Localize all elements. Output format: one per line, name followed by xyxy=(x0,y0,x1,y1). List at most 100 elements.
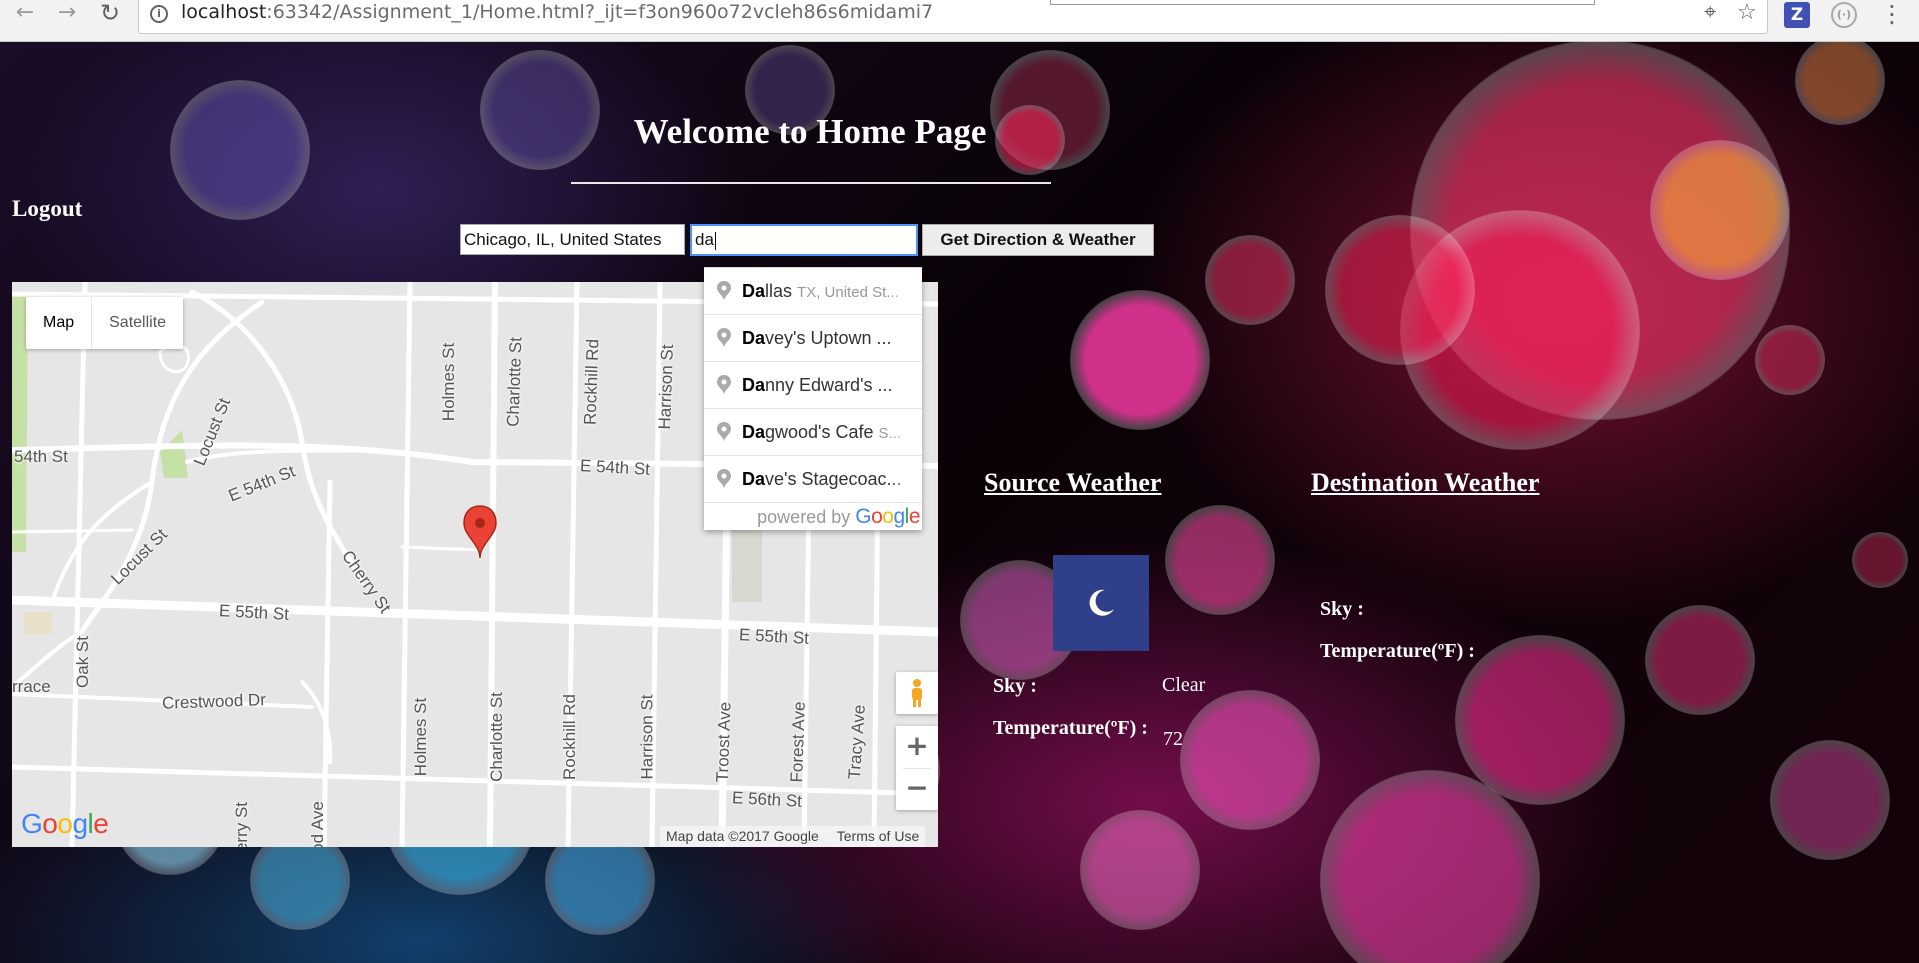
autocomplete-main-text: nny Edward's ... xyxy=(765,375,893,395)
google-logo: Google xyxy=(21,808,109,839)
destination-sky-label: Sky : xyxy=(1320,598,1364,620)
map-label-crestwood: Crestwood Dr xyxy=(161,690,267,713)
forward-arrow-icon[interactable]: → xyxy=(52,0,82,28)
location-target-icon[interactable]: ⌖ xyxy=(1704,0,1716,25)
autocomplete-match: Da xyxy=(742,375,766,395)
autocomplete-dropdown: Dallas TX, United St... Davey's Uptown ..… xyxy=(704,267,922,530)
star-icon[interactable]: ☆ xyxy=(1737,0,1757,25)
autocomplete-item[interactable]: Dagwood's Cafe S... xyxy=(704,409,922,456)
bokeh-orb xyxy=(1755,325,1825,395)
reload-icon[interactable]: ↻ xyxy=(95,0,125,28)
destination-temperature-label: Temperature(ºF) : xyxy=(1320,640,1475,662)
destination-weather-heading: Destination Weather xyxy=(1311,468,1540,497)
bokeh-orb xyxy=(1455,635,1625,805)
map-type-control: Map Satellite xyxy=(26,297,184,349)
map-label-harrison-n: Harrison St xyxy=(655,344,677,430)
extension-z-icon[interactable]: Z xyxy=(1784,2,1810,28)
source-location-input[interactable]: Chicago, IL, United States xyxy=(460,224,685,255)
bokeh-orb xyxy=(170,80,310,220)
autocomplete-secondary-text: TX, United St... xyxy=(797,284,899,301)
destination-location-input[interactable]: da xyxy=(690,224,918,256)
map-label-troost: Troost Ave xyxy=(712,701,735,783)
info-icon[interactable]: i xyxy=(150,5,168,23)
address-bar[interactable]: i localhost:63342/Assignment_1/Home.html… xyxy=(138,0,1768,34)
map-data-credit: Map data ©2017 Google xyxy=(666,828,819,844)
title-divider xyxy=(571,182,1051,184)
map-label-e56: E 56th St xyxy=(731,788,803,811)
map-label-rockhill-s: Rockhill Rd xyxy=(559,694,579,780)
map-label-charlotte-n: Charlotte St xyxy=(503,336,526,428)
source-sky-label: Sky : xyxy=(993,675,1037,697)
map-label-rockhill-n: Rockhill Rd xyxy=(580,338,603,426)
place-pin-icon xyxy=(717,281,731,301)
zoom-control: + − xyxy=(896,726,938,810)
powered-by-google: powered by Google xyxy=(757,505,920,529)
bokeh-orb xyxy=(1650,140,1790,280)
source-sky-value: Clear xyxy=(1162,674,1206,696)
map-label-forest: Forest Ave xyxy=(787,701,809,783)
autocomplete-main-text: gwood's Cafe xyxy=(765,422,874,442)
map-label-harrison-s: Harrison St xyxy=(637,694,657,780)
page-title: Welcome to Home Page xyxy=(633,112,987,151)
destination-text: da xyxy=(695,230,714,249)
popup-edge xyxy=(1050,0,1595,5)
map-type-map-button[interactable]: Map xyxy=(26,297,93,349)
vertical-dots-icon[interactable]: ⋮ xyxy=(1880,0,1904,28)
bokeh-orb xyxy=(1852,532,1908,588)
map-label-e55-left: E 55th St xyxy=(218,601,290,624)
browser-toolbar: ← → ↻ i localhost:63342/Assignment_1/Hom… xyxy=(0,0,1919,42)
bokeh-orb xyxy=(1180,690,1320,830)
map-label-holmes-n: Holmes St xyxy=(439,342,459,422)
source-weather-heading: Source Weather xyxy=(984,468,1162,497)
logout-link[interactable]: Logout xyxy=(12,196,82,222)
url-path: :63342/Assignment_1/Home.html?_ijt=f3on9… xyxy=(266,1,934,23)
get-direction-weather-button[interactable]: Get Direction & Weather xyxy=(922,224,1154,256)
autocomplete-main-text: llas xyxy=(765,281,793,301)
autocomplete-match: Da xyxy=(742,328,766,348)
extension-icon[interactable]: (·) xyxy=(1831,2,1857,28)
map-label-e55-right: E 55th St xyxy=(738,625,810,648)
bokeh-orb xyxy=(1645,605,1755,715)
autocomplete-match: Da xyxy=(742,281,766,301)
text-caret xyxy=(714,231,716,250)
map-label-charlotte-s: Charlotte St xyxy=(486,692,506,782)
source-temperature-value: 72 xyxy=(1163,728,1183,750)
map-label-e54-right: E 54th St xyxy=(579,456,651,479)
bokeh-orb xyxy=(1795,42,1885,125)
place-pin-icon xyxy=(717,375,731,395)
map-label-holmes-s: Holmes St xyxy=(411,697,431,777)
autocomplete-match: Da xyxy=(742,422,766,442)
autocomplete-item[interactable]: Danny Edward's ... xyxy=(704,362,922,409)
bokeh-orb xyxy=(1770,740,1890,860)
bokeh-orb xyxy=(1325,215,1475,365)
terms-of-use-link[interactable]: Terms of Use xyxy=(837,828,919,844)
source-temperature-label: Temperature(ºF) : xyxy=(993,717,1148,739)
zoom-in-button[interactable]: + xyxy=(896,726,938,768)
zoom-out-button[interactable]: − xyxy=(896,768,938,810)
powered-by-text: powered by xyxy=(757,507,851,527)
map-label-terrace: rrace xyxy=(12,677,51,696)
street-view-pegman-icon[interactable] xyxy=(896,672,938,714)
map-attribution: Map data ©2017 Google Terms of Use xyxy=(660,826,926,847)
autocomplete-main-text: vey's Uptown ... xyxy=(765,328,892,348)
autocomplete-main-text: ve's Stagecoac... xyxy=(765,469,902,489)
url-host: localhost xyxy=(181,1,267,23)
autocomplete-item[interactable]: Dallas TX, United St... xyxy=(704,268,922,315)
address-url[interactable]: localhost:63342/Assignment_1/Home.html?_… xyxy=(181,1,933,23)
bokeh-orb xyxy=(1165,505,1275,615)
map-label-w54: 54th St xyxy=(14,447,68,466)
map-label-oak: Oak St xyxy=(72,636,92,688)
moon-icon xyxy=(1089,589,1114,616)
back-arrow-icon[interactable]: ← xyxy=(10,0,40,28)
map-label-od-ave: od Ave xyxy=(307,801,327,847)
bokeh-orb xyxy=(480,50,600,170)
google-wordmark: Google xyxy=(855,505,920,528)
place-pin-icon xyxy=(717,469,731,489)
bokeh-orb xyxy=(1205,235,1295,325)
weather-icon-tile xyxy=(1053,555,1149,651)
autocomplete-match: Da xyxy=(742,469,766,489)
autocomplete-item[interactable]: Davey's Uptown ... xyxy=(704,315,922,362)
map-pin-icon[interactable] xyxy=(462,504,498,560)
map-type-satellite-button[interactable]: Satellite xyxy=(92,297,183,349)
autocomplete-item[interactable]: Dave's Stagecoac... xyxy=(704,456,922,503)
